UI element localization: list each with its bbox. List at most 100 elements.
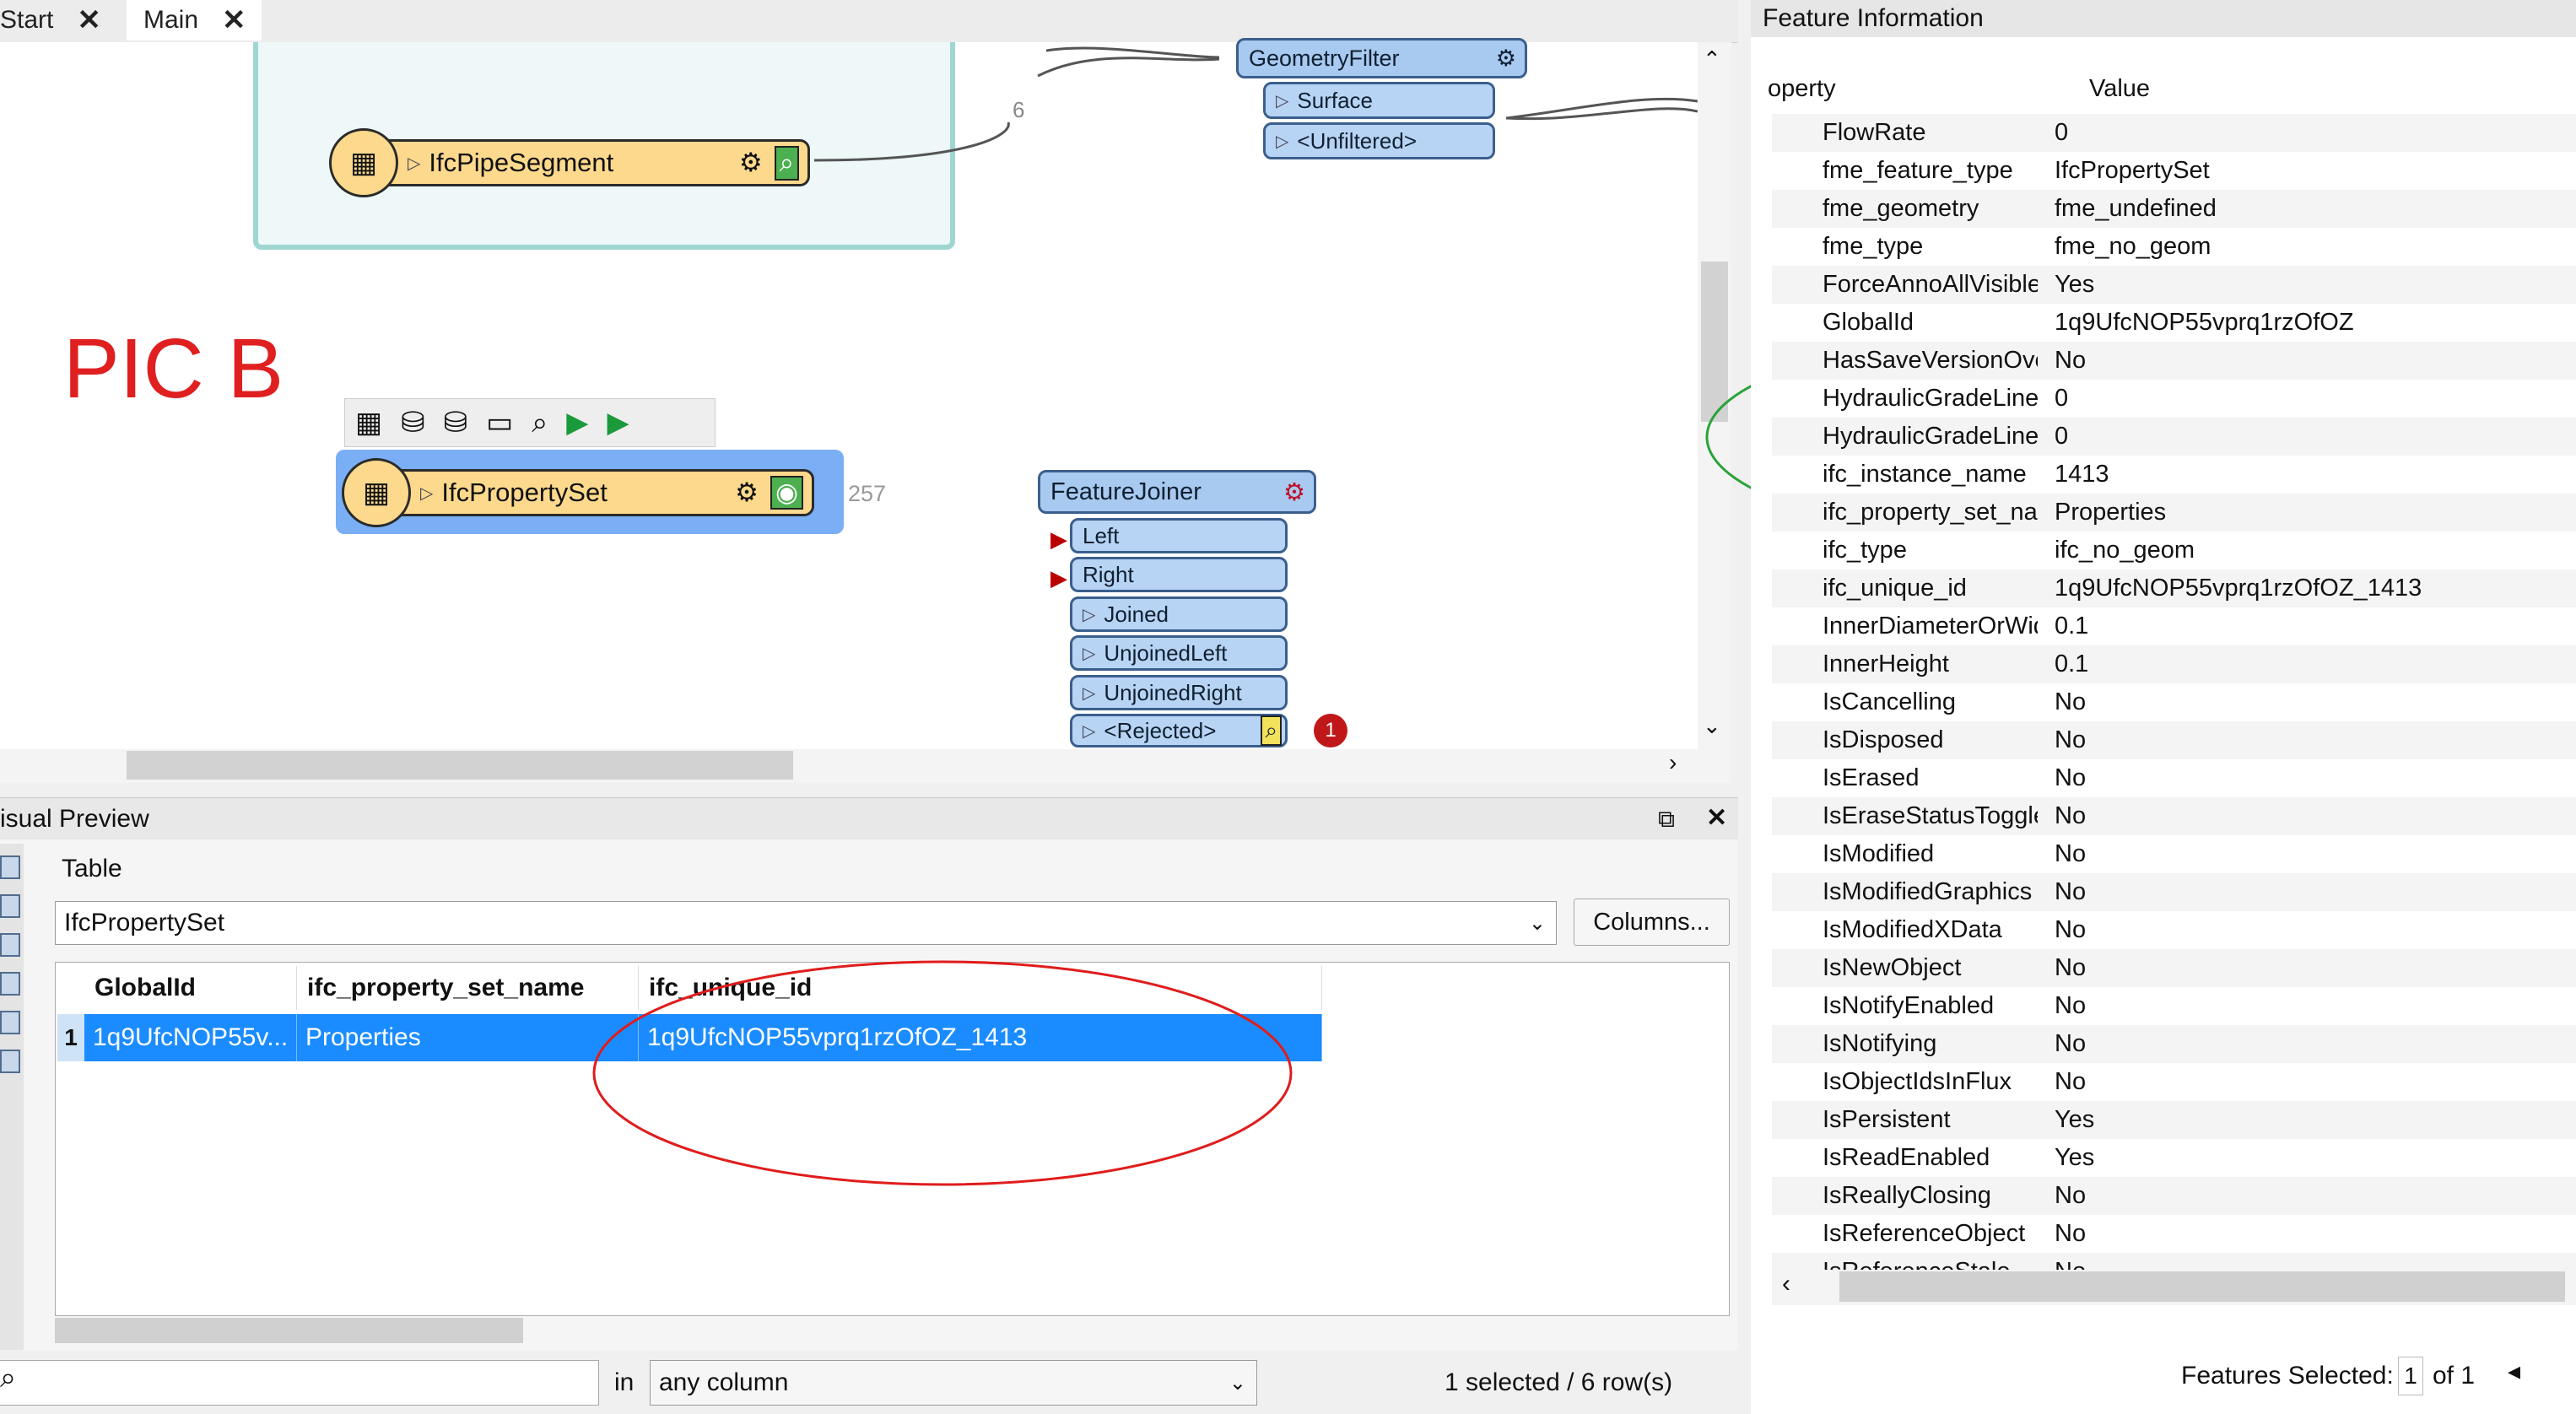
attribute-row[interactable]: HasSaveVersionOver... No bbox=[1772, 342, 2576, 380]
attribute-name: GlobalId bbox=[1823, 309, 1914, 336]
previous-feature-icon[interactable]: ◂ bbox=[2508, 1357, 2520, 1386]
attribute-row[interactable]: ifc_unique_id 1q9UfcNOP55vprq1rzOfOZ_1413 bbox=[1772, 569, 2576, 607]
attribute-name: ifc_unique_id bbox=[1823, 575, 1967, 602]
table-horizontal-scrollbar[interactable] bbox=[55, 1318, 523, 1343]
attribute-value: No bbox=[2055, 1068, 2087, 1095]
attribute-value: Yes bbox=[2055, 271, 2095, 298]
property-column-header[interactable]: operty bbox=[1768, 59, 1836, 118]
attribute-value: fme_undefined bbox=[2055, 195, 2217, 222]
feature-count-total: of 1 bbox=[2433, 1362, 2476, 1390]
search-scope-dropdown[interactable]: any column ⌄ bbox=[650, 1360, 1257, 1406]
attribute-name: HasSaveVersionOver... bbox=[1823, 347, 2038, 374]
attribute-name: ifc_property_set_name bbox=[1823, 499, 2038, 526]
attribute-row[interactable]: ForceAnnoAllVisible Yes bbox=[1772, 266, 2576, 304]
panel-title: Feature Information bbox=[1751, 0, 2576, 37]
attribute-name: IsModified bbox=[1823, 840, 1935, 867]
attribute-row[interactable]: IsModified No bbox=[1772, 835, 2576, 873]
attribute-value: No bbox=[2055, 916, 2087, 943]
attribute-name: ifc_instance_name bbox=[1823, 461, 2027, 488]
attribute-name: ForceAnnoAllVisible bbox=[1823, 271, 2038, 298]
attribute-name: IsReferenceObject bbox=[1823, 1220, 2026, 1247]
attribute-value: Yes bbox=[2055, 1144, 2095, 1171]
attribute-row[interactable]: IsNotifyEnabled No bbox=[1772, 987, 2576, 1025]
attribute-value: No bbox=[2055, 764, 2087, 791]
attribute-value: 0.1 bbox=[2055, 650, 2089, 677]
attribute-name: IsErased bbox=[1823, 764, 1920, 791]
attribute-row[interactable]: IsCancelling No bbox=[1772, 683, 2576, 721]
attribute-name: fme_feature_type bbox=[1823, 157, 2013, 184]
attribute-name: IsPersistent bbox=[1823, 1106, 1951, 1133]
attribute-row[interactable]: IsEraseStatusToggled No bbox=[1772, 797, 2576, 835]
attribute-value: Properties bbox=[2055, 499, 2167, 526]
attribute-name: HydraulicGradeLineUp bbox=[1823, 423, 2038, 450]
attribute-row[interactable]: ifc_instance_name 1413 bbox=[1772, 456, 2576, 494]
attribute-row[interactable]: InnerHeight 0.1 bbox=[1772, 645, 2576, 683]
attribute-value: fme_no_geom bbox=[2055, 233, 2211, 260]
attribute-row[interactable]: IsErased No bbox=[1772, 759, 2576, 797]
attribute-row[interactable]: fme_type fme_no_geom bbox=[1772, 228, 2576, 266]
attribute-row[interactable]: IsReadEnabled Yes bbox=[1772, 1139, 2576, 1177]
search-in-label: in bbox=[614, 1368, 635, 1396]
attribute-row[interactable]: ifc_type ifc_no_geom bbox=[1772, 532, 2576, 569]
attribute-row[interactable]: IsModifiedXData No bbox=[1772, 911, 2576, 949]
attribute-name: fme_geometry bbox=[1823, 195, 1979, 222]
attribute-name: IsNotifying bbox=[1823, 1030, 1937, 1057]
attribute-row[interactable]: IsObjectIdsInFlux No bbox=[1772, 1063, 2576, 1101]
attribute-row[interactable]: FlowRate 0 bbox=[1772, 114, 2576, 152]
attribute-name: IsEraseStatusToggled bbox=[1823, 802, 2038, 829]
chevron-left-icon[interactable]: ‹ bbox=[1782, 1270, 1790, 1298]
attribute-value: No bbox=[2055, 347, 2087, 374]
attribute-name: IsCancelling bbox=[1823, 688, 1956, 715]
attribute-value: 1q9UfcNOP55vprq1rzOfOZ bbox=[2055, 309, 2354, 336]
attribute-name: IsNewObject bbox=[1823, 954, 1962, 981]
attribute-name: FlowRate bbox=[1823, 119, 1926, 146]
attribute-value: 0 bbox=[2055, 119, 2069, 146]
attribute-name: HydraulicGradeLine... bbox=[1823, 385, 2038, 412]
attribute-value: No bbox=[2055, 1030, 2087, 1057]
search-icon: ⌕ bbox=[0, 1362, 17, 1394]
attribute-value: No bbox=[2055, 1182, 2087, 1209]
attribute-row[interactable]: HydraulicGradeLine... 0 bbox=[1772, 380, 2576, 418]
attribute-row[interactable]: fme_feature_type IfcPropertySet bbox=[1772, 152, 2576, 190]
attribute-name: InnerHeight bbox=[1823, 650, 1949, 677]
attribute-row[interactable]: fme_geometry fme_undefined bbox=[1772, 190, 2576, 228]
attribute-name: IsModifiedGraphics bbox=[1823, 878, 2033, 905]
attribute-row[interactable]: IsReferenceObject No bbox=[1772, 1215, 2576, 1253]
attribute-value: ifc_no_geom bbox=[2055, 537, 2195, 564]
attribute-row[interactable]: IsDisposed No bbox=[1772, 721, 2576, 759]
row-status: 1 selected / 6 row(s) bbox=[1445, 1368, 1673, 1396]
attribute-name: IsObjectIdsInFlux bbox=[1823, 1068, 2012, 1095]
attribute-name: fme_type bbox=[1823, 233, 1924, 260]
attribute-row[interactable]: IsModifiedGraphics No bbox=[1772, 873, 2576, 911]
attribute-row[interactable]: IsNewObject No bbox=[1772, 949, 2576, 987]
attribute-value: No bbox=[2055, 688, 2087, 715]
attribute-row[interactable]: GlobalId 1q9UfcNOP55vprq1rzOfOZ bbox=[1772, 304, 2576, 342]
red-ellipse-annotation bbox=[592, 960, 1293, 1186]
attribute-value: 1413 bbox=[2055, 461, 2109, 488]
attribute-value: 0 bbox=[2055, 423, 2069, 450]
attribute-name: InnerDiameterOrWid... bbox=[1823, 613, 2038, 640]
chevron-down-icon: ⌄ bbox=[1229, 1371, 1246, 1395]
attribute-value: 0 bbox=[2055, 385, 2069, 412]
scrollbar-thumb[interactable] bbox=[1839, 1271, 2565, 1302]
attribute-row[interactable]: IsNotifying No bbox=[1772, 1025, 2576, 1063]
attribute-name: IsNotifyEnabled bbox=[1823, 992, 1995, 1019]
attribute-value: No bbox=[2055, 802, 2087, 829]
attribute-value: 1q9UfcNOP55vprq1rzOfOZ_1413 bbox=[2055, 575, 2422, 602]
attribute-value: IfcPropertySet bbox=[2055, 157, 2210, 184]
feature-index-input[interactable]: 1 bbox=[2398, 1357, 2423, 1395]
attribute-row[interactable]: ifc_property_set_name Properties bbox=[1772, 494, 2576, 532]
attribute-name: IsDisposed bbox=[1823, 726, 1944, 753]
attribute-row[interactable]: IsPersistent Yes bbox=[1772, 1101, 2576, 1139]
attribute-row[interactable]: IsReallyClosing No bbox=[1772, 1177, 2576, 1215]
value-column-header[interactable]: Value bbox=[2089, 59, 2150, 118]
attribute-row[interactable]: HydraulicGradeLineUp 0 bbox=[1772, 418, 2576, 456]
attribute-name: IsReallyClosing bbox=[1823, 1182, 1991, 1209]
attribute-value: Yes bbox=[2055, 1106, 2095, 1133]
attribute-value: No bbox=[2055, 840, 2087, 867]
attribute-value: No bbox=[2055, 726, 2087, 753]
attribute-value: No bbox=[2055, 992, 2087, 1019]
attribute-row[interactable]: InnerDiameterOrWid... 0.1 bbox=[1772, 607, 2576, 645]
search-input[interactable] bbox=[0, 1360, 599, 1406]
attribute-value: No bbox=[2055, 1220, 2087, 1247]
